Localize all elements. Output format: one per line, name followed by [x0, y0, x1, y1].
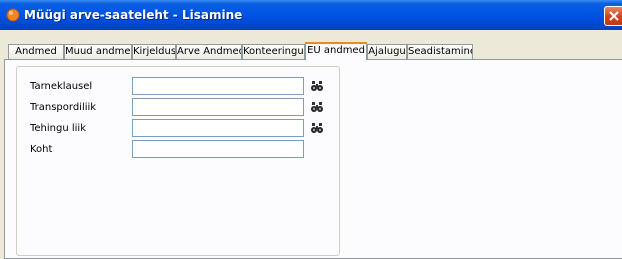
- tarneklausel-field[interactable]: [132, 77, 304, 95]
- tab-strip: Andmed Muud andmed Kirjeldus Arve Andmed…: [0, 42, 622, 60]
- tab-seadistamine[interactable]: Seadistamine: [407, 44, 473, 59]
- tehingu-liik-field[interactable]: [132, 119, 304, 137]
- koht-label: Koht: [30, 144, 53, 155]
- app-orange-icon: [6, 8, 20, 22]
- binoculars-icon[interactable]: [311, 102, 323, 113]
- close-icon: [609, 11, 619, 21]
- transpordiliik-label: Transpordiliik: [30, 102, 97, 113]
- title-bar: Müügi arve-saateleht - Lisamine: [0, 0, 622, 30]
- transpordiliik-field[interactable]: [132, 98, 304, 116]
- close-button[interactable]: [604, 6, 622, 26]
- tab-eu-andmed[interactable]: EU andmed: [305, 42, 367, 60]
- binoculars-icon[interactable]: [311, 81, 323, 92]
- tab-kirjeldus[interactable]: Kirjeldus: [132, 44, 176, 59]
- tab-muud-andmed[interactable]: Muud andmed: [64, 44, 132, 59]
- tab-ajalugu[interactable]: Ajalugu: [367, 44, 407, 59]
- koht-field[interactable]: [132, 140, 304, 158]
- tab-arve-andmed[interactable]: Arve Andmed: [176, 44, 242, 59]
- tehingu-liik-label: Tehingu liik: [30, 123, 87, 134]
- tab-konteeringud[interactable]: Konteeringud: [242, 44, 305, 59]
- tab-andmed[interactable]: Andmed: [8, 44, 64, 59]
- binoculars-icon[interactable]: [311, 123, 323, 134]
- window-title: Müügi arve-saateleht - Lisamine: [24, 8, 243, 22]
- tarneklausel-label: Tarneklausel: [30, 81, 93, 92]
